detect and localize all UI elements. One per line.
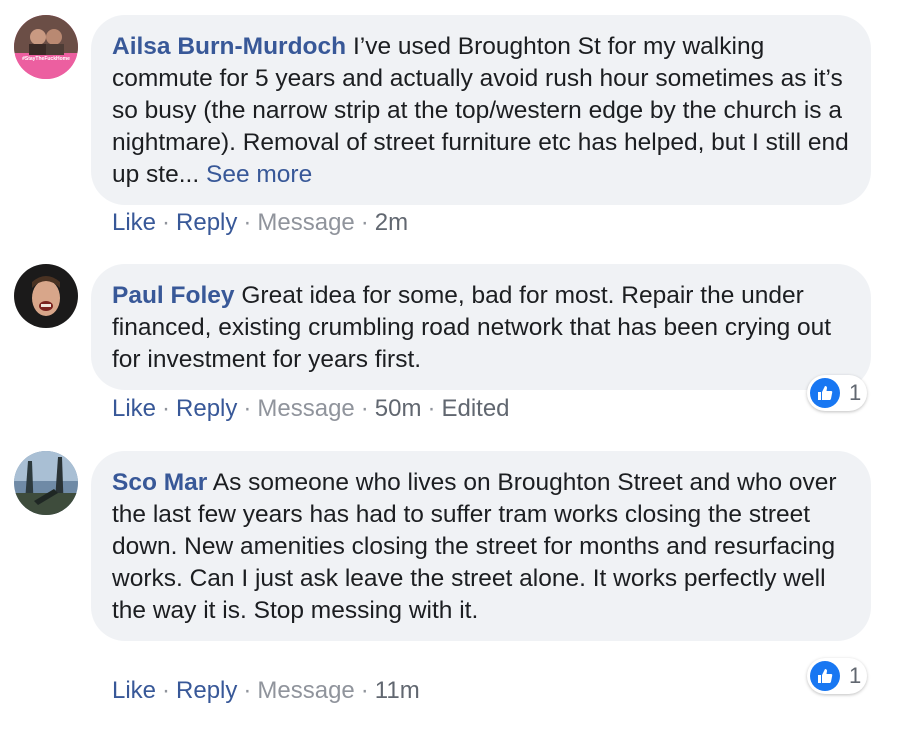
reactions-summary[interactable]: 1 <box>807 658 867 694</box>
comment-actions: Like · Reply · Message · 50m · Edited <box>112 395 510 423</box>
comment-author-link[interactable]: Sco Mar <box>112 469 207 496</box>
reply-link[interactable]: Reply <box>176 209 237 236</box>
separator-dot: · <box>162 209 171 236</box>
timestamp[interactable]: 2m <box>375 209 408 236</box>
reaction-count: 1 <box>849 663 862 688</box>
avatar-badge-text: #StayTheFuckHome <box>22 56 70 62</box>
comment-actions: Like · Reply · Message · 11m <box>112 677 420 705</box>
like-link[interactable]: Like <box>112 209 156 236</box>
reaction-count: 1 <box>849 380 862 405</box>
avatar-image <box>14 15 78 79</box>
reply-link[interactable]: Reply <box>176 395 237 422</box>
avatar[interactable] <box>14 451 78 515</box>
comment-author-link[interactable]: Ailsa Burn-Murdoch <box>112 33 346 60</box>
message-link[interactable]: Message <box>257 209 354 236</box>
separator-dot: · <box>162 395 171 422</box>
comment-bubble: Paul Foley Great idea for some, bad for … <box>91 264 871 390</box>
avatar[interactable]: #StayTheFuckHome <box>14 15 78 79</box>
separator-dot: · <box>360 395 369 422</box>
message-link[interactable]: Message <box>257 677 354 704</box>
comment-bubble: Ailsa Burn-Murdoch I’ve used Broughton S… <box>91 15 871 205</box>
message-link[interactable]: Message <box>257 395 354 422</box>
reply-link[interactable]: Reply <box>176 677 237 704</box>
edited-label[interactable]: Edited <box>441 395 509 422</box>
see-more-link[interactable]: See more <box>206 161 312 188</box>
comment-actions: Like · Reply · Message · 2m <box>112 209 408 237</box>
separator-dot: · <box>243 209 252 236</box>
comment-text: As someone who lives on Broughton Street… <box>112 469 837 624</box>
comment-bubble: Sco Mar As someone who lives on Broughto… <box>91 451 871 641</box>
reactions-summary[interactable]: 1 <box>807 375 867 411</box>
avatar-image <box>14 264 78 328</box>
separator-dot: · <box>243 395 252 422</box>
avatar-image <box>14 451 78 515</box>
separator-dot: · <box>427 395 436 422</box>
like-icon <box>810 378 840 408</box>
avatar[interactable] <box>14 264 78 328</box>
like-link[interactable]: Like <box>112 395 156 422</box>
separator-dot: · <box>360 677 369 704</box>
timestamp[interactable]: 50m <box>375 395 422 422</box>
like-link[interactable]: Like <box>112 677 156 704</box>
like-icon <box>810 661 840 691</box>
separator-dot: · <box>360 209 369 236</box>
comment-author-link[interactable]: Paul Foley <box>112 282 235 309</box>
timestamp[interactable]: 11m <box>375 677 420 704</box>
separator-dot: · <box>162 677 171 704</box>
separator-dot: · <box>243 677 252 704</box>
